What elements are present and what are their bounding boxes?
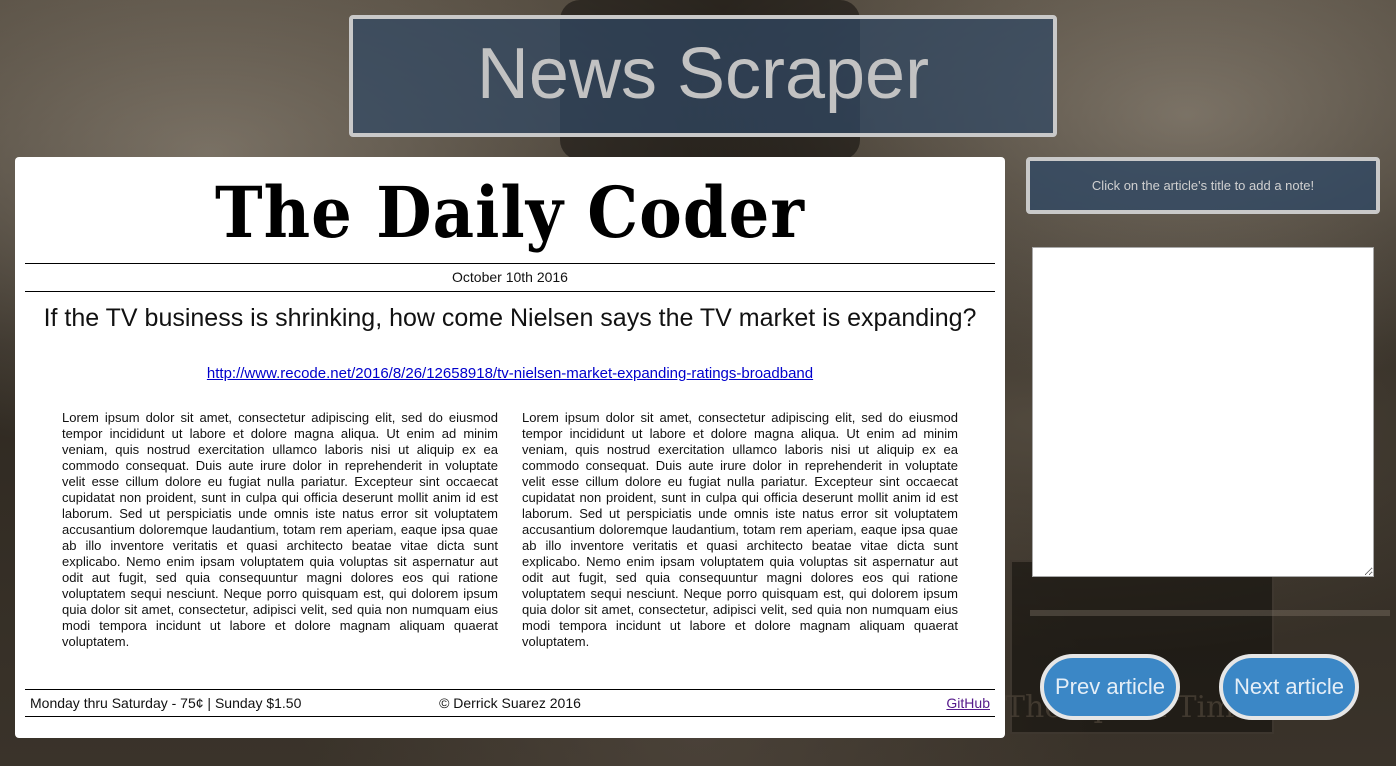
newspaper-panel: The Daily Coder October 10th 2016 If the…	[15, 157, 1005, 738]
next-article-button[interactable]: Next article	[1219, 654, 1359, 720]
article-column-right: Lorem ipsum dolor sit amet, consectetur …	[522, 410, 958, 649]
site-title: News Scraper	[476, 34, 930, 114]
article-link[interactable]: http://www.recode.net/2016/8/26/12658918…	[207, 365, 813, 382]
article-columns: Lorem ipsum dolor sit amet, consectetur …	[62, 410, 958, 650]
background-stripe	[1030, 610, 1390, 616]
article-headline[interactable]: If the TV business is shrinking, how com…	[25, 292, 995, 342]
prev-article-button[interactable]: Prev article	[1040, 654, 1180, 720]
article-column-left: Lorem ipsum dolor sit amet, consectetur …	[62, 410, 498, 649]
note-textarea[interactable]	[1032, 247, 1374, 577]
price-text: Monday thru Saturday - 75¢ | Sunday $1.5…	[30, 695, 302, 711]
masthead: The Daily Coder	[25, 157, 995, 264]
github-link[interactable]: GitHub	[946, 695, 990, 711]
newspaper-footer: Monday thru Saturday - 75¢ | Sunday $1.5…	[25, 689, 995, 717]
article-link-wrap: http://www.recode.net/2016/8/26/12658918…	[25, 365, 995, 385]
masthead-title: The Daily Coder	[214, 171, 806, 255]
site-header: News Scraper	[349, 15, 1057, 137]
dateline: October 10th 2016	[25, 264, 995, 292]
note-hint-banner: Click on the article's title to add a no…	[1026, 157, 1380, 214]
